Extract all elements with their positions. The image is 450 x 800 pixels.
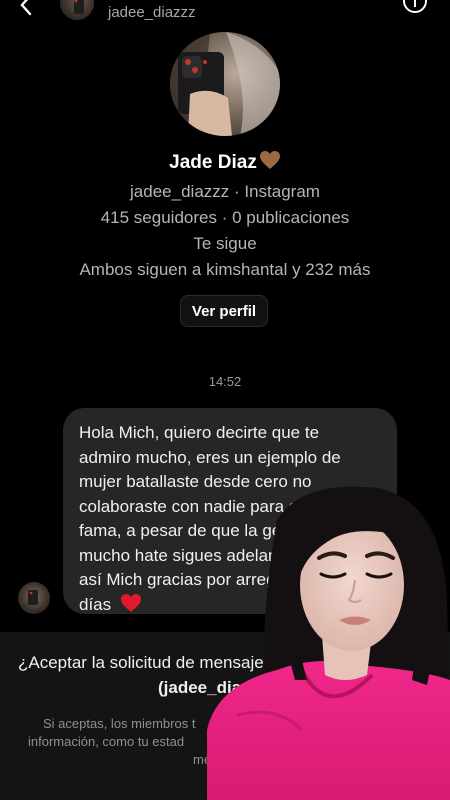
message-line: admiro mucho, eres un ejemplo de (79, 447, 341, 467)
profile-name-text: Jade Diaz (169, 152, 257, 173)
header-username[interactable]: jadee_diazzz (108, 4, 196, 21)
back-arrow-icon[interactable] (16, 0, 38, 16)
request-notice-line: información, como tu estad (28, 734, 185, 749)
info-icon[interactable] (402, 0, 428, 14)
red-heart-icon (120, 593, 141, 612)
chat-header: jadee_diazzz (0, 0, 450, 26)
request-notice-line: Si aceptas, los miembros t (43, 716, 196, 731)
message-timestamp: 14:52 (208, 374, 242, 389)
profile-handle: jadee_diazzz · Instagram (130, 182, 320, 201)
view-profile-button[interactable]: Ver perfil (180, 295, 268, 327)
mutual-followers: Ambos siguen a kimshantal y 232 más (79, 260, 371, 279)
profile-stats: 415 seguidores · 0 publicaciones (100, 208, 350, 227)
sender-avatar[interactable] (18, 582, 50, 614)
profile-name: Jade Diaz (0, 150, 450, 174)
header-avatar[interactable] (60, 0, 94, 20)
brown-heart-icon (259, 151, 280, 169)
message-line: días (79, 594, 112, 614)
video-overlay-person (207, 480, 450, 800)
profile-avatar[interactable] (170, 32, 280, 136)
follows-you-label: Te sigue (193, 234, 257, 253)
message-line: Hola Mich, quiero decirte que te (79, 423, 320, 442)
